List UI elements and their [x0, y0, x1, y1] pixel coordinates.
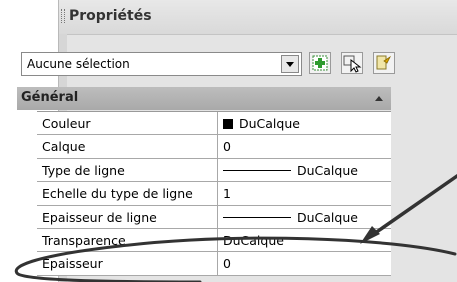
- property-row-layer[interactable]: Calque 0: [37, 135, 391, 159]
- property-row-lineweight[interactable]: Epaisseur de ligne DuCalque: [37, 205, 391, 229]
- property-name: Epaisseur: [37, 252, 218, 275]
- property-value[interactable]: DuCalque: [219, 112, 391, 134]
- property-row-linetype[interactable]: Type de ligne DuCalque: [37, 158, 391, 183]
- property-name: Type de ligne: [37, 158, 218, 182]
- line-sample-icon: [223, 216, 291, 218]
- selection-value: Aucune sélection: [27, 57, 130, 71]
- quick-select-button[interactable]: [373, 52, 395, 74]
- select-objects-icon: [343, 55, 362, 73]
- chevron-down-icon[interactable]: [281, 55, 299, 73]
- collapse-arrow-icon[interactable]: [375, 96, 383, 101]
- property-name: Echelle du type de ligne: [37, 182, 218, 205]
- property-value-text: DuCalque: [297, 209, 358, 225]
- property-name: Transparence: [37, 228, 218, 252]
- property-name: Couleur: [37, 112, 218, 135]
- property-row-color[interactable]: Couleur DuCalque: [37, 112, 391, 136]
- property-value-text: DuCalque: [297, 162, 358, 178]
- palette-title-bar[interactable]: Propriétés: [59, 0, 457, 34]
- palette-title: Propriétés: [69, 8, 152, 24]
- property-value[interactable]: 0: [219, 252, 391, 274]
- line-sample-icon: [223, 169, 291, 171]
- property-row-thickness[interactable]: Epaisseur 0: [37, 252, 391, 276]
- properties-grid: Couleur DuCalque Calque 0 Type de ligne …: [37, 111, 391, 276]
- toggle-pickadd-button[interactable]: [309, 52, 331, 74]
- section-general-header[interactable]: Général: [17, 87, 391, 110]
- property-value[interactable]: 0: [219, 135, 391, 157]
- property-row-transparency[interactable]: Transparence DuCalque: [37, 228, 391, 253]
- section-general-label: Général: [21, 90, 79, 105]
- property-name: Calque: [37, 135, 218, 158]
- property-value[interactable]: 1: [219, 182, 391, 204]
- drag-grip-icon[interactable]: [61, 9, 65, 23]
- toggle-pickadd-icon: [312, 55, 328, 71]
- select-objects-button[interactable]: [341, 52, 363, 74]
- property-value-text: DuCalque: [239, 116, 300, 131]
- property-name: Epaisseur de ligne: [37, 205, 218, 228]
- property-value[interactable]: DuCalque: [219, 159, 391, 181]
- quick-select-icon: [376, 55, 392, 70]
- property-value[interactable]: DuCalque: [219, 206, 391, 228]
- property-value[interactable]: DuCalque: [219, 229, 391, 251]
- color-swatch-icon: [223, 119, 233, 129]
- property-row-linetype-scale[interactable]: Echelle du type de ligne 1: [37, 182, 391, 206]
- selection-dropdown[interactable]: Aucune sélection: [21, 52, 302, 76]
